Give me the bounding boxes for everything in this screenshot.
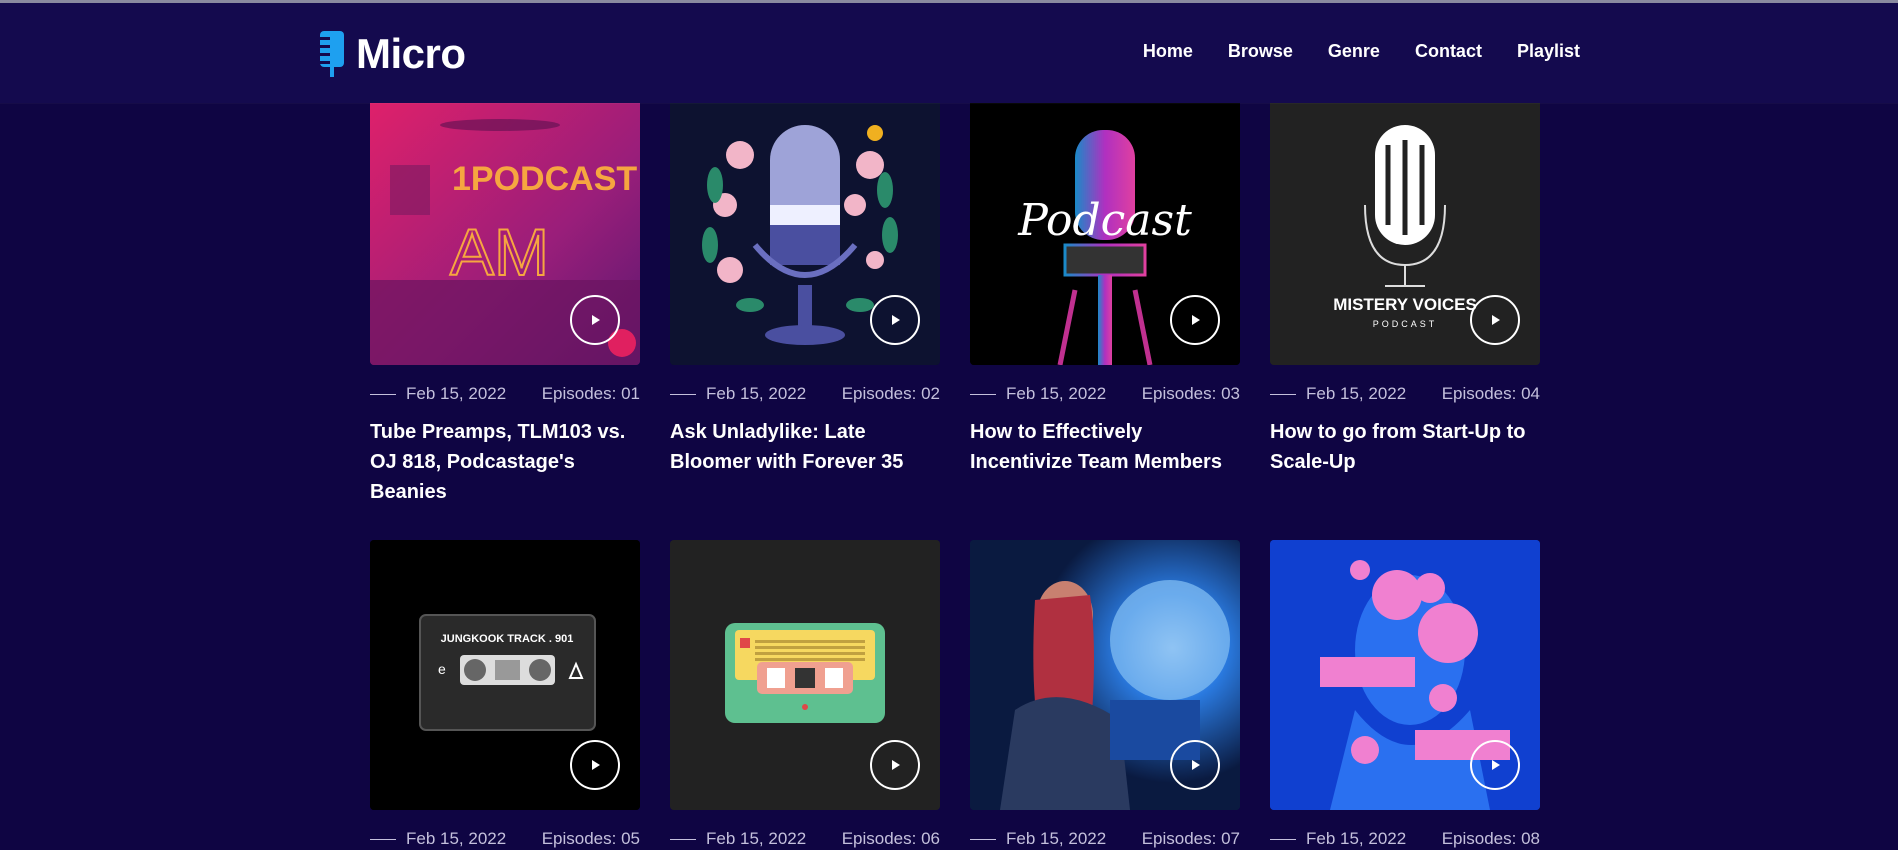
play-icon (592, 760, 600, 770)
site-header: Micro Home Browse Genre Contact Playlist (0, 3, 1898, 103)
podcast-date: Feb 15, 2022 (1306, 829, 1407, 848)
podcast-date: Feb 15, 2022 (1006, 384, 1107, 403)
nav-playlist[interactable]: Playlist (1517, 41, 1580, 62)
episode-count: Episodes: 05 (541, 829, 640, 848)
play-button[interactable] (1170, 740, 1220, 790)
play-icon (1492, 315, 1500, 325)
divider-line (370, 393, 396, 395)
podcast-meta: Feb 15, 2022 Episodes: 06 (670, 828, 940, 850)
brand-name: Micro (356, 30, 466, 77)
podcast-meta: Feb 15, 2022 Episodes: 05 (370, 828, 640, 850)
episode-count: Episodes: 06 (841, 829, 940, 848)
divider-line (370, 838, 396, 840)
play-button[interactable] (1170, 295, 1220, 345)
cover-text: JUNGKOOK TRACK . 901 (441, 633, 574, 645)
episode-count: Episodes: 03 (1141, 384, 1240, 403)
podcast-date: Feb 15, 2022 (706, 829, 807, 848)
podcast-meta: Feb 15, 2022 Episodes: 07 (970, 828, 1240, 850)
podcast-date: Feb 15, 2022 (406, 384, 507, 403)
podcast-cover-image[interactable]: MISTERY VOICES PODCAST (1270, 95, 1540, 365)
podcast-date: Feb 15, 2022 (406, 829, 507, 848)
play-button[interactable] (570, 740, 620, 790)
microphone-logo-icon (318, 31, 344, 77)
cover-text-secondary: AM (450, 215, 549, 289)
play-icon (1192, 760, 1200, 770)
podcast-cover-image[interactable] (670, 95, 940, 365)
divider-line (670, 838, 696, 840)
nav-genre[interactable]: Genre (1328, 41, 1380, 62)
play-icon (592, 315, 600, 325)
main-nav: Home Browse Genre Contact Playlist (1143, 41, 1580, 62)
podcast-date: Feb 15, 2022 (706, 384, 807, 403)
brand-logo[interactable]: Micro (318, 27, 466, 81)
nav-contact[interactable]: Contact (1415, 41, 1482, 62)
podcast-cover-image[interactable]: JUNGKOOK TRACK . 901 e (370, 540, 640, 810)
play-button[interactable] (870, 740, 920, 790)
podcast-cover-image[interactable]: 1PODCAST AM (370, 95, 640, 365)
nav-home[interactable]: Home (1143, 41, 1193, 62)
episode-count: Episodes: 08 (1441, 829, 1540, 848)
podcast-meta: Feb 15, 2022 Episodes: 04 (1270, 383, 1540, 405)
divider-line (670, 393, 696, 395)
divider-line (1270, 838, 1296, 840)
play-button[interactable] (1470, 295, 1520, 345)
podcast-cover-image[interactable]: Podcast (970, 95, 1240, 365)
play-button[interactable] (570, 295, 620, 345)
play-icon (892, 760, 900, 770)
cover-text-secondary: PODCAST (1373, 319, 1438, 329)
divider-line (1270, 393, 1296, 395)
play-icon (1492, 760, 1500, 770)
episode-count: Episodes: 07 (1141, 829, 1240, 848)
play-icon (892, 315, 900, 325)
podcast-meta: Feb 15, 2022 Episodes: 03 (970, 383, 1240, 405)
divider-line (970, 393, 996, 395)
divider-line (970, 838, 996, 840)
podcast-date: Feb 15, 2022 (1306, 384, 1407, 403)
cover-text: 1PODCAST (452, 160, 637, 198)
podcast-title[interactable]: Ask Unladylike: Late Bloomer with Foreve… (670, 417, 940, 477)
play-button[interactable] (1470, 740, 1520, 790)
episode-count: Episodes: 02 (841, 384, 940, 403)
cover-text: MISTERY VOICES (1333, 295, 1477, 314)
episode-count: Episodes: 01 (541, 384, 640, 403)
podcast-meta: Feb 15, 2022 Episodes: 01 (370, 383, 640, 405)
podcast-title[interactable]: Tube Preamps, TLM103 vs. OJ 818, Podcast… (370, 417, 640, 507)
podcast-meta: Feb 15, 2022 Episodes: 08 (1270, 828, 1540, 850)
cassette-emblem: e (438, 661, 446, 677)
nav-browse[interactable]: Browse (1228, 41, 1293, 62)
cover-text: Podcast (1017, 195, 1192, 246)
play-button[interactable] (870, 295, 920, 345)
podcast-date: Feb 15, 2022 (1006, 829, 1107, 848)
podcast-meta: Feb 15, 2022 Episodes: 02 (670, 383, 940, 405)
podcast-title[interactable]: How to go from Start-Up to Scale-Up (1270, 417, 1540, 477)
episode-count: Episodes: 04 (1441, 384, 1540, 403)
podcast-title[interactable]: How to Effectively Incentivize Team Memb… (970, 417, 1240, 477)
play-icon (1192, 315, 1200, 325)
podcast-cover-image[interactable] (970, 540, 1240, 810)
podcast-cover-image[interactable] (670, 540, 940, 810)
podcast-cover-image[interactable] (1270, 540, 1540, 810)
